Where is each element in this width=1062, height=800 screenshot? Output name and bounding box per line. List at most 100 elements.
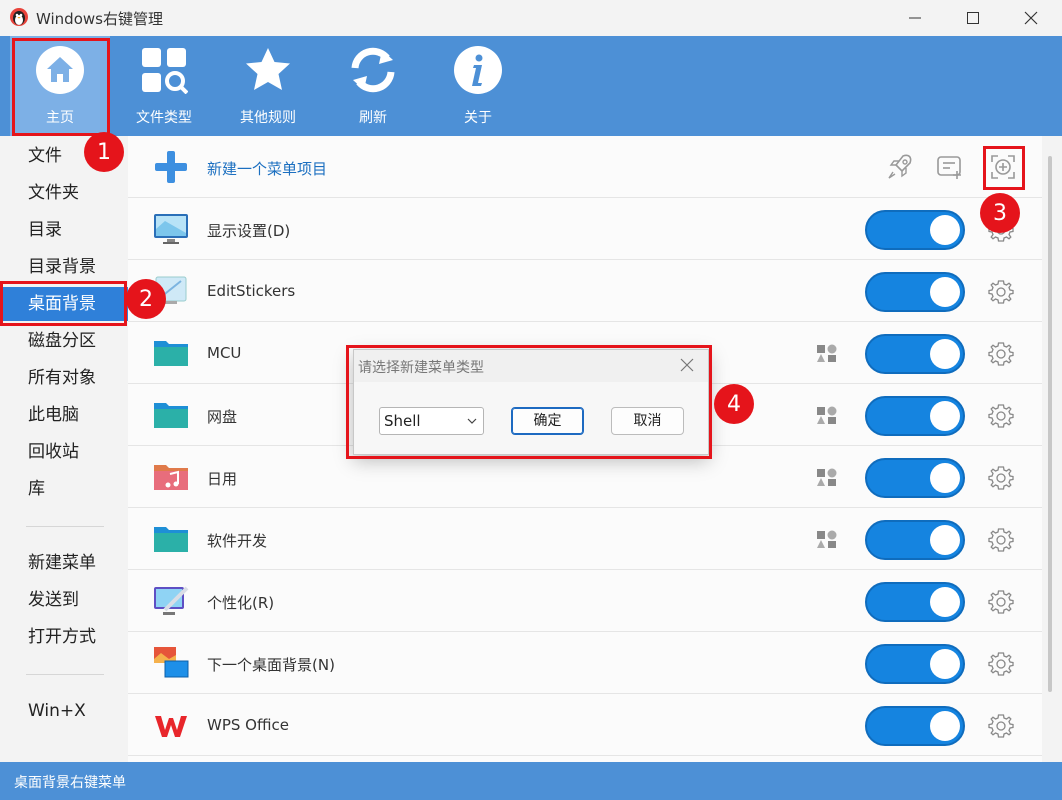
- folder-icon: [154, 403, 188, 428]
- dialog-body: Shell 确定 取消: [354, 382, 708, 454]
- sidebar-item-open-with[interactable]: 打开方式: [0, 620, 128, 654]
- menu-item-row: 显示设置(D): [128, 198, 1042, 260]
- menu-item-row: EditStickers: [128, 260, 1042, 322]
- ok-button[interactable]: 确定: [511, 407, 584, 435]
- sidebar-item-library[interactable]: 库: [0, 472, 128, 506]
- home-icon: [36, 46, 84, 94]
- new-menu-type-dialog: 请选择新建菜单类型 Shell 确定 取消: [353, 349, 709, 455]
- main-toolbar: 主页 文件类型 其他规则 刷新 关于: [0, 36, 1062, 136]
- menu-item-row: WPS Office: [128, 694, 1042, 756]
- sidebar: 文件 文件夹 目录 目录背景 桌面背景 磁盘分区 所有对象 此电脑 回收站 库 …: [0, 136, 128, 762]
- folder-icon: [154, 341, 188, 366]
- menu-item-label: 显示设置(D): [207, 222, 291, 240]
- sidebar-item-this-pc[interactable]: 此电脑: [0, 398, 128, 432]
- menu-item-toggle[interactable]: [865, 396, 965, 436]
- tool-refresh-label: 刷新: [359, 110, 387, 126]
- file-types-icon: [142, 48, 188, 94]
- sidebar-item-new-menu[interactable]: 新建菜单: [0, 546, 128, 580]
- minimize-button[interactable]: [892, 0, 938, 36]
- sidebar-item-directory-background[interactable]: 目录背景: [0, 250, 128, 284]
- rocket-icon[interactable]: [885, 152, 915, 182]
- tool-other-rules[interactable]: 其他规则: [218, 36, 318, 136]
- close-button[interactable]: [1008, 0, 1054, 36]
- star-icon: [246, 48, 290, 90]
- gear-icon[interactable]: [988, 403, 1014, 429]
- sidebar-divider: [26, 526, 104, 527]
- menu-item-toggle[interactable]: [865, 210, 965, 250]
- sidebar-item-send-to[interactable]: 发送到: [0, 583, 128, 617]
- next-background-icon: [154, 647, 189, 678]
- menu-item-label: 日用: [207, 470, 238, 488]
- menu-item-label: MCU: [207, 344, 242, 362]
- annotation-badge-1: 1: [84, 132, 124, 172]
- shapes-group-icon: [817, 344, 837, 362]
- menu-item-label: WPS Office: [207, 716, 289, 734]
- info-icon: [454, 46, 502, 94]
- monitor-icon: [154, 214, 188, 244]
- title-bar: Windows右键管理: [0, 0, 1062, 36]
- new-menu-item-row[interactable]: 新建一个菜单项目: [128, 136, 1042, 198]
- gear-icon[interactable]: [988, 527, 1014, 553]
- edit-list-icon[interactable]: [935, 152, 965, 182]
- chevron-down-icon: [467, 418, 477, 424]
- plus-icon: [155, 151, 187, 183]
- menu-item-label: 个性化(R): [207, 594, 275, 612]
- menu-item-label: 下一个桌面背景(N): [207, 656, 335, 674]
- menu-item-row: 软件开发: [128, 508, 1042, 570]
- tool-home[interactable]: 主页: [10, 36, 110, 136]
- minimize-icon: [909, 17, 921, 19]
- cancel-button[interactable]: 取消: [611, 407, 684, 435]
- list-scrollbar[interactable]: [1048, 156, 1052, 692]
- menu-item-toggle[interactable]: [865, 272, 965, 312]
- sidebar-item-all-objects[interactable]: 所有对象: [0, 361, 128, 395]
- dialog-title: 请选择新建菜单类型: [358, 360, 484, 376]
- gear-icon[interactable]: [988, 713, 1014, 739]
- app-penguin-icon: [10, 8, 28, 26]
- tool-home-label: 主页: [46, 110, 74, 126]
- annotation-badge-4: 4: [714, 384, 754, 424]
- tool-other-rules-label: 其他规则: [240, 110, 296, 126]
- maximize-icon: [967, 12, 979, 24]
- menu-item-row: 下一个桌面背景(N): [128, 632, 1042, 694]
- tool-refresh[interactable]: 刷新: [323, 36, 423, 136]
- sidebar-item-directory[interactable]: 目录: [0, 213, 128, 247]
- gear-icon[interactable]: [988, 465, 1014, 491]
- new-menu-item-label: 新建一个菜单项目: [207, 160, 328, 178]
- shapes-group-icon: [817, 468, 837, 486]
- menu-item-label: EditStickers: [207, 282, 296, 300]
- status-text: 桌面背景右键菜单: [14, 775, 126, 791]
- menu-type-select-value: Shell: [384, 412, 421, 430]
- shapes-group-icon: [817, 530, 837, 548]
- gear-icon[interactable]: [988, 651, 1014, 677]
- menu-item-toggle[interactable]: [865, 520, 965, 560]
- sidebar-item-winx[interactable]: Win+X: [0, 694, 128, 728]
- tool-file-types-label: 文件类型: [136, 110, 192, 126]
- close-icon: [1024, 11, 1038, 25]
- gear-icon[interactable]: [988, 589, 1014, 615]
- menu-item-toggle[interactable]: [865, 706, 965, 746]
- status-bar: 桌面背景右键菜单: [0, 762, 1062, 800]
- folder-icon: [154, 527, 188, 552]
- sidebar-item-desktop-background[interactable]: 桌面背景: [0, 287, 128, 321]
- menu-item-toggle[interactable]: [865, 582, 965, 622]
- tool-file-types[interactable]: 文件类型: [114, 36, 214, 136]
- tool-about[interactable]: 关于: [428, 36, 528, 136]
- sidebar-item-drive[interactable]: 磁盘分区: [0, 324, 128, 358]
- dialog-close-icon[interactable]: [680, 358, 694, 372]
- menu-item-row: 个性化(R): [128, 570, 1042, 632]
- menu-item-toggle[interactable]: [865, 644, 965, 684]
- shapes-group-icon: [817, 406, 837, 424]
- sidebar-item-recycle-bin[interactable]: 回收站: [0, 435, 128, 469]
- personalize-icon: [154, 586, 189, 615]
- wps-logo-icon: [155, 716, 187, 737]
- gear-icon[interactable]: [988, 279, 1014, 305]
- menu-item-label: 网盘: [207, 408, 238, 426]
- menu-item-toggle[interactable]: [865, 458, 965, 498]
- add-menu-item-icon[interactable]: [988, 152, 1018, 182]
- menu-type-select[interactable]: Shell: [379, 407, 484, 435]
- maximize-button[interactable]: [950, 0, 996, 36]
- music-folder-icon: [154, 465, 188, 490]
- sidebar-item-folder[interactable]: 文件夹: [0, 176, 128, 210]
- menu-item-toggle[interactable]: [865, 334, 965, 374]
- gear-icon[interactable]: [988, 341, 1014, 367]
